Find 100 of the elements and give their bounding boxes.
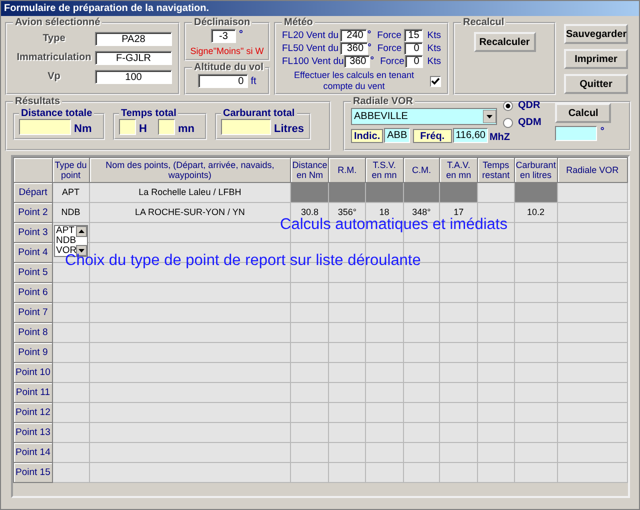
- table-cell: [557, 282, 628, 302]
- output-field: [555, 126, 598, 141]
- input-field[interactable]: -3: [211, 29, 236, 43]
- field-label: Force: [377, 43, 403, 54]
- unit-label: MhZ: [489, 132, 510, 143]
- dropdown-arrow-icon[interactable]: [483, 110, 496, 123]
- field-label: Force: [377, 30, 402, 41]
- table-cell: [557, 362, 628, 382]
- row-header[interactable]: Point 10: [14, 362, 52, 382]
- row-header[interactable]: Point 9: [14, 342, 52, 362]
- unit-label: Nm: [74, 123, 92, 135]
- row-header[interactable]: Point 7: [14, 302, 52, 322]
- calculate-button[interactable]: Calcul: [555, 103, 612, 123]
- action-button[interactable]: Sauvegarder: [564, 24, 628, 44]
- table-cell: [440, 422, 478, 442]
- input-field[interactable]: F-GJLR: [95, 50, 172, 64]
- table-cell: [514, 182, 558, 202]
- table-cell: [52, 342, 90, 362]
- table-cell: [365, 382, 404, 402]
- field-label: FL20 Vent du: [282, 30, 340, 41]
- table-cell: [403, 462, 440, 482]
- row-header[interactable]: Point 8: [14, 322, 52, 342]
- table-cell: [477, 322, 514, 342]
- table-cell: [514, 462, 558, 482]
- row-header[interactable]: Point 3: [14, 222, 52, 242]
- row-header[interactable]: Point 13: [14, 422, 52, 442]
- table-cell: [557, 382, 628, 402]
- table-cell: [557, 462, 628, 482]
- table-cell: [440, 322, 478, 342]
- row-header[interactable]: Point 14: [14, 442, 52, 462]
- column-header: T.A.V. en mn: [440, 158, 478, 182]
- row-header[interactable]: Point 11: [14, 382, 52, 402]
- column-header: C.M.: [403, 158, 440, 182]
- column-header: Temps restant: [477, 158, 514, 182]
- table-cell: [440, 182, 478, 202]
- table-cell: [328, 342, 366, 362]
- group-title: Résultats: [14, 96, 62, 107]
- input-field[interactable]: 0: [405, 55, 424, 68]
- table-cell: [477, 262, 514, 282]
- scroll-up-icon[interactable]: [76, 226, 87, 237]
- unit-label: °: [368, 42, 372, 53]
- list-option[interactable]: APT: [56, 226, 76, 236]
- input-field[interactable]: 100: [95, 70, 172, 84]
- table-cell: [440, 342, 478, 362]
- table-cell: [365, 302, 404, 322]
- column-header: Radiale VOR: [557, 158, 628, 182]
- table-cell: [557, 222, 628, 242]
- field-label: Indic.: [351, 128, 384, 142]
- table-cell: [365, 402, 404, 422]
- table-cell: [403, 362, 440, 382]
- row-header[interactable]: Point 5: [14, 262, 52, 282]
- radio-button[interactable]: QDR: [503, 100, 542, 111]
- output-field: [119, 119, 136, 135]
- table-cell: [514, 442, 558, 462]
- table-cell: [514, 262, 558, 282]
- unit-label: °: [370, 55, 374, 66]
- unit-label: ft: [250, 76, 256, 86]
- table-cell: [514, 422, 558, 442]
- table-cell: [440, 442, 478, 462]
- table-cell: [52, 382, 90, 402]
- input-field[interactable]: PA28: [95, 32, 172, 46]
- table-cell: [403, 442, 440, 462]
- table-cell: [365, 362, 404, 382]
- row-header[interactable]: Point 4: [14, 242, 52, 262]
- table-cell: 10.2: [514, 202, 558, 222]
- input-field[interactable]: 360: [344, 55, 370, 68]
- table-cell: [328, 282, 366, 302]
- action-button[interactable]: Quitter: [564, 74, 628, 94]
- table-cell: [477, 442, 514, 462]
- group-title: Radiale VOR: [352, 96, 414, 107]
- table-cell: [557, 442, 628, 462]
- table-cell: [440, 262, 478, 282]
- output-field: [221, 119, 271, 135]
- action-button[interactable]: Imprimer: [564, 49, 628, 69]
- table-cell: [477, 382, 514, 402]
- row-header[interactable]: Point 15: [14, 462, 52, 482]
- row-header[interactable]: Point 12: [14, 402, 52, 422]
- list-option[interactable]: NDB: [56, 236, 76, 246]
- recalculate-button[interactable]: Recalculer: [474, 32, 536, 52]
- table-cell: [557, 322, 628, 342]
- table-cell: [514, 322, 558, 342]
- table-cell: [477, 342, 514, 362]
- table-cell: [477, 362, 514, 382]
- input-field[interactable]: 116,60: [452, 128, 488, 143]
- input-field[interactable]: ABB: [384, 128, 410, 143]
- input-field[interactable]: 240: [340, 29, 368, 42]
- checkbox[interactable]: [430, 76, 441, 86]
- station-dropdown[interactable]: ABBEVILLE: [351, 108, 497, 125]
- input-field[interactable]: 360: [340, 42, 368, 55]
- row-header[interactable]: Point 6: [14, 282, 52, 302]
- table-cell: [477, 462, 514, 482]
- field-label: Fréq.: [413, 128, 452, 142]
- unit-label: Kts: [427, 56, 441, 67]
- input-field[interactable]: 15: [404, 29, 424, 42]
- row-header[interactable]: Point 2: [14, 202, 52, 222]
- input-field[interactable]: 0: [198, 74, 248, 88]
- input-field[interactable]: 0: [404, 42, 424, 55]
- radio-button[interactable]: QDM: [503, 117, 542, 128]
- unit-label: °: [367, 29, 372, 40]
- table-cell: [440, 382, 478, 402]
